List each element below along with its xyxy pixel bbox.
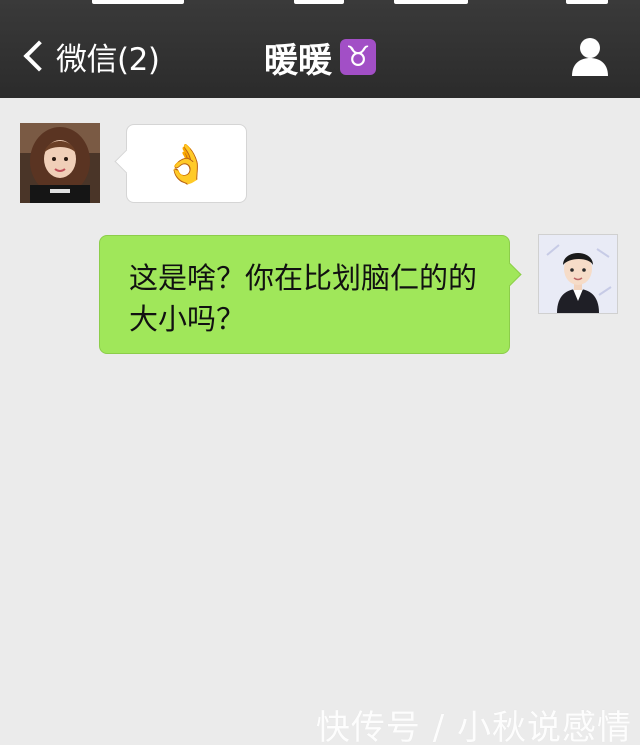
person-icon <box>572 38 608 76</box>
status-bar <box>0 0 640 8</box>
contact-name: 暖暖 <box>264 40 332 81</box>
navigation-bar: 微信(2) 暖暖 ♉ <box>0 0 640 98</box>
message-text: 这是啥？你在比划脑仁的的大小吗？ <box>129 261 478 336</box>
chat-title: 暖暖 ♉ <box>0 36 640 81</box>
girl-photo-avatar[interactable] <box>20 123 100 203</box>
profile-button[interactable] <box>568 36 612 76</box>
cartoon-man-avatar[interactable] <box>538 234 618 314</box>
incoming-message-bubble[interactable]: 👌 <box>126 124 247 203</box>
taurus-icon: ♉ <box>340 39 376 75</box>
ok-hand-emoji: 👌 <box>162 141 211 186</box>
watermark-text: 快传号 / 小秋说感情 <box>315 708 632 745</box>
outgoing-message-bubble[interactable]: 这是啥？你在比划脑仁的的大小吗？ <box>99 235 510 354</box>
